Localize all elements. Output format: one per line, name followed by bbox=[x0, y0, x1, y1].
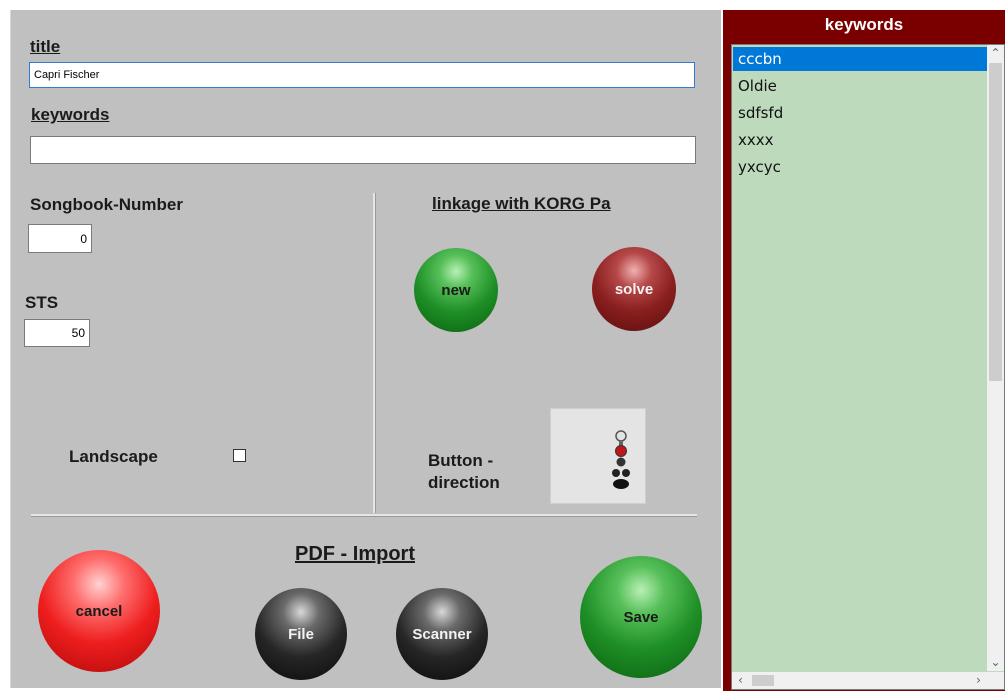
horizontal-scroll-thumb[interactable] bbox=[752, 675, 774, 686]
list-item[interactable]: xxxx bbox=[733, 128, 987, 152]
sts-label: STS bbox=[25, 293, 59, 312]
title-input[interactable] bbox=[29, 62, 695, 88]
songbook-number-input[interactable] bbox=[28, 224, 92, 253]
scroll-up-icon[interactable]: ⌃ bbox=[987, 45, 1004, 62]
horizontal-divider bbox=[31, 514, 697, 517]
songbook-number-label: Songbook-Number bbox=[30, 195, 183, 214]
keywords-input[interactable] bbox=[30, 136, 696, 164]
scanner-button[interactable]: Scanner bbox=[396, 588, 488, 680]
save-button[interactable]: Save bbox=[580, 556, 702, 678]
scroll-right-icon[interactable]: › bbox=[970, 672, 987, 689]
list-item[interactable]: yxcyc bbox=[733, 155, 987, 179]
vertical-scroll-thumb[interactable] bbox=[989, 63, 1002, 381]
sts-input[interactable] bbox=[24, 319, 90, 347]
list-item[interactable]: Oldie bbox=[733, 74, 987, 98]
song-edit-form: title keywords Songbook-Number STS Lands… bbox=[10, 10, 721, 688]
scroll-down-icon[interactable]: ⌄ bbox=[987, 654, 1004, 671]
horizontal-scrollbar[interactable]: ‹ › bbox=[732, 672, 987, 689]
landscape-label: Landscape bbox=[69, 447, 158, 466]
button-direction-icon bbox=[612, 430, 630, 489]
new-button-label: new bbox=[441, 281, 471, 299]
keywords-list[interactable]: cccbn Oldie sdfsfd xxxx yxcyc ⌃ ⌄ ‹ › bbox=[731, 44, 1005, 690]
vertical-divider bbox=[373, 193, 376, 513]
scrollbar-corner bbox=[987, 672, 1004, 689]
pdf-import-heading: PDF - Import bbox=[295, 543, 415, 565]
korg-linkage-heading: linkage with KORG Pa bbox=[432, 194, 611, 213]
solve-button-label: solve bbox=[614, 280, 654, 298]
scroll-left-icon[interactable]: ‹ bbox=[732, 672, 749, 689]
vertical-scrollbar[interactable]: ⌃ ⌄ bbox=[987, 45, 1004, 671]
list-item[interactable]: cccbn bbox=[733, 47, 987, 71]
file-button[interactable]: File bbox=[255, 588, 347, 680]
button-direction-button[interactable] bbox=[550, 408, 646, 504]
file-button-label: File bbox=[288, 625, 314, 643]
keywords-panel: keywords cccbn Oldie sdfsfd xxxx yxcyc ⌃… bbox=[723, 10, 1005, 691]
title-label: title bbox=[30, 37, 61, 56]
save-button-label: Save bbox=[623, 608, 659, 626]
button-direction-label: Button - direction bbox=[428, 451, 500, 492]
new-button[interactable]: new bbox=[414, 248, 498, 332]
cancel-button-label: cancel bbox=[75, 602, 123, 620]
landscape-checkbox[interactable] bbox=[233, 449, 246, 462]
keywords-panel-header: keywords bbox=[824, 15, 904, 34]
scanner-button-label: Scanner bbox=[412, 625, 472, 643]
cancel-button[interactable]: cancel bbox=[38, 550, 160, 672]
list-item[interactable]: sdfsfd bbox=[733, 101, 987, 125]
solve-button[interactable]: solve bbox=[592, 247, 676, 331]
keywords-label: keywords bbox=[31, 105, 110, 124]
